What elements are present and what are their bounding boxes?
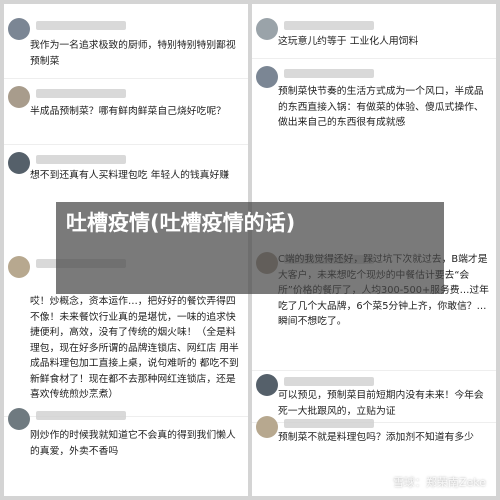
divider xyxy=(4,78,248,79)
username-redacted xyxy=(284,377,374,386)
comment-text: 我作为一名追求极致的厨师，特别特别特别鄙视预制菜 xyxy=(30,40,236,67)
user-avatar xyxy=(256,18,278,40)
username-redacted xyxy=(284,69,374,78)
user-avatar xyxy=(8,86,30,108)
divider xyxy=(252,370,496,371)
user-avatar xyxy=(8,408,30,430)
comment-text: 半成品预制菜？哪有鲜肉鲜菜自己烧好吃呢？ xyxy=(30,106,226,117)
user-avatar xyxy=(256,416,278,438)
user-avatar xyxy=(256,66,278,88)
snowball-logo-icon xyxy=(378,477,392,491)
comment-text: 可以预见，预制菜目前短期内没有未来！今年会死一大批跟风的，立贴为证 xyxy=(278,390,484,417)
overlay-title: 吐槽疫情(吐槽疫情的话) xyxy=(66,211,296,235)
comment-text: 预制菜不就是料理包吗？添加剂不知道有多少 xyxy=(278,432,474,443)
title-overlay: 吐槽疫情(吐槽疫情的话) xyxy=(56,202,444,294)
user-avatar xyxy=(8,152,30,174)
user-avatar xyxy=(8,256,30,278)
user-avatar xyxy=(256,374,278,396)
comment-text: 哎！炒概念，资本运作…，把好好的餐饮弄得四不像！未来餐饮行业真的是堪忧，一味的追… xyxy=(30,296,239,400)
divider xyxy=(4,144,248,145)
comment-text: 刚炒作的时候我就知道它不会真的得到我们懒人的真爱，外卖不香吗 xyxy=(30,430,236,457)
username-redacted xyxy=(36,89,126,98)
username-redacted xyxy=(36,21,126,30)
divider xyxy=(252,58,496,59)
username-redacted xyxy=(36,411,126,420)
username-redacted xyxy=(36,155,126,164)
comment-text: 预制菜快节奏的生活方式成为一个风口，半成品的东西直接入锅：有做菜的体验、傻瓜式操… xyxy=(278,86,484,128)
username-redacted xyxy=(284,419,374,428)
watermark: 雪球：郑荣南Zeke xyxy=(392,476,486,489)
comment-text: 想不到还真有人买料理包吃 年轻人的钱真好赚 xyxy=(30,170,230,181)
user-avatar xyxy=(8,18,30,40)
username-redacted xyxy=(284,21,374,30)
comment-text: 这玩意儿约等于 工业化人用饲料 xyxy=(278,36,419,47)
